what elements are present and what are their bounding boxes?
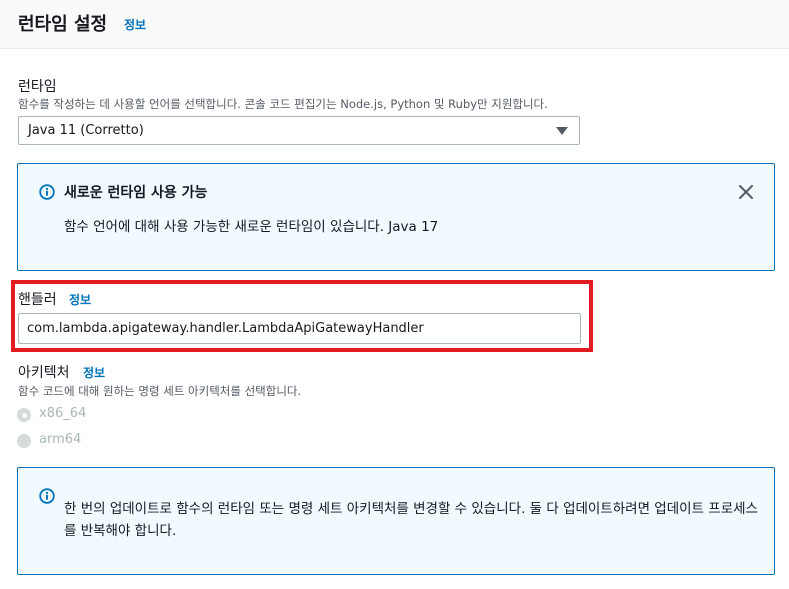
runtime-select[interactable]: Java 11 (Corretto): [18, 116, 580, 145]
radio-x86-64[interactable]: [17, 408, 31, 422]
runtime-select-value: Java 11 (Corretto): [28, 123, 144, 138]
header-info-link[interactable]: 정보: [124, 16, 146, 33]
alert-body: 함수 언어에 대해 사용 가능한 새로운 런타임이 있습니다. Java 17: [64, 219, 439, 235]
close-icon[interactable]: [738, 184, 754, 200]
architecture-label: 아키텍처: [18, 365, 70, 381]
page-header: 런타임 설정 정보: [0, 0, 789, 49]
info-icon: [39, 488, 55, 504]
handler-input[interactable]: [18, 313, 581, 344]
runtime-info-alert: 새로운 런타임 사용 가능 함수 언어에 대해 사용 가능한 새로운 런타임이 …: [17, 163, 775, 271]
runtime-label: 런타임: [18, 79, 57, 95]
architecture-description: 함수 코드에 대해 원하는 명령 세트 아키텍처를 선택합니다.: [18, 384, 302, 398]
page-title: 런타임 설정: [18, 14, 108, 35]
handler-info-link[interactable]: 정보: [69, 291, 91, 308]
runtime-description: 함수를 작성하는 데 사용할 언어를 선택합니다. 콘솔 코드 편집기는 Nod…: [18, 97, 548, 111]
handler-label: 핸들러: [18, 292, 57, 308]
caret-down-icon: [556, 127, 568, 135]
architecture-info-link[interactable]: 정보: [83, 364, 105, 381]
radio-label-x86-64: x86_64: [39, 406, 87, 421]
alert-title: 새로운 런타임 사용 가능: [64, 185, 208, 201]
architecture-info-alert: 한 번의 업데이트로 함수의 런타임 또는 명령 세트 아키텍처를 변경할 수 …: [17, 467, 775, 575]
radio-arm64[interactable]: [17, 434, 31, 448]
radio-label-arm64: arm64: [39, 432, 82, 447]
alert-body: 한 번의 업데이트로 함수의 런타임 또는 명령 세트 아키텍처를 변경할 수 …: [64, 501, 758, 539]
info-icon: [39, 184, 55, 200]
